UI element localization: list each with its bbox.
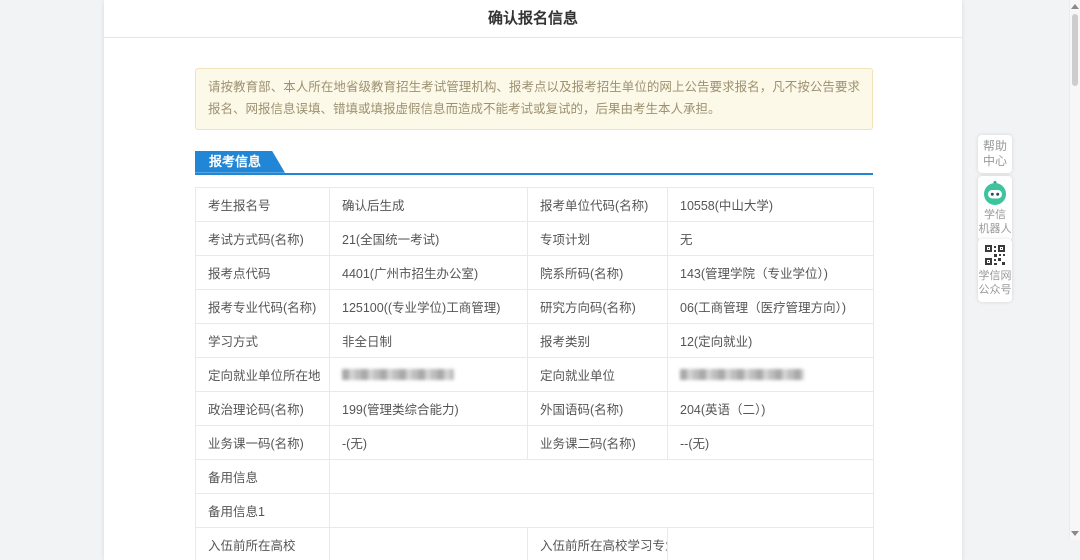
field-label: 专项计划 <box>528 221 668 255</box>
field-label: 学习方式 <box>196 323 330 357</box>
page-header: 确认报名信息 <box>104 0 962 38</box>
robot-icon <box>982 180 1008 206</box>
scroll-down-arrow[interactable] <box>1071 531 1079 536</box>
content-card: 确认报名信息 请按教育部、本人所在地省级教育招生考试管理机构、报考点以及报考招生… <box>104 0 962 560</box>
page-title: 确认报名信息 <box>104 0 962 37</box>
row-reg-number: 考生报名号 确认后生成 报考单位代码(名称) 10558(中山大学) <box>196 187 874 221</box>
help-center-label-line2: 中心 <box>978 154 1012 169</box>
field-value <box>330 527 528 560</box>
row-reserved-info-1: 备用信息1 <box>196 493 874 527</box>
field-value <box>668 527 874 560</box>
field-value: 确认后生成 <box>330 187 528 221</box>
field-label: 备用信息1 <box>196 493 330 527</box>
field-value: 199(管理类综合能力) <box>330 391 528 425</box>
field-label: 院系所码(名称) <box>528 255 668 289</box>
card-body: 请按教育部、本人所在地省级教育招生考试管理机构、报考点以及报考招生单位的网上公告… <box>104 68 962 560</box>
section-bar: 报考信息 <box>195 151 873 175</box>
field-label: 报考专业代码(名称) <box>196 289 330 323</box>
field-label: 入伍前所在高校学习专业 <box>528 527 668 560</box>
scrollbar-thumb[interactable] <box>1072 14 1078 86</box>
row-study-mode: 学习方式 非全日制 报考类别 12(定向就业) <box>196 323 874 357</box>
scroll-up-arrow[interactable] <box>1071 4 1079 9</box>
field-value: 无 <box>668 221 874 255</box>
redacted-value <box>342 369 454 380</box>
scrollbar[interactable] <box>1069 0 1080 540</box>
info-table: 考生报名号 确认后生成 报考单位代码(名称) 10558(中山大学) 考试方式码… <box>195 187 874 560</box>
field-label: 备用信息 <box>196 459 330 493</box>
row-exam-point: 报考点代码 4401(广州市招生办公室) 院系所码(名称) 143(管理学院（专… <box>196 255 874 289</box>
row-reserved-info: 备用信息 <box>196 459 874 493</box>
field-value <box>668 357 874 391</box>
field-label: 业务课一码(名称) <box>196 425 330 459</box>
field-value: 204(英语（二）) <box>668 391 874 425</box>
help-center-button[interactable]: 帮助 中心 <box>978 135 1012 173</box>
chsi-robot-label-line2: 机器人 <box>978 222 1012 236</box>
field-value <box>330 357 528 391</box>
field-label: 政治理论码(名称) <box>196 391 330 425</box>
field-label: 考试方式码(名称) <box>196 221 330 255</box>
field-label: 报考类别 <box>528 323 668 357</box>
field-label: 报考点代码 <box>196 255 330 289</box>
field-label: 研究方向码(名称) <box>528 289 668 323</box>
field-value: 125100((专业学位)工商管理) <box>330 289 528 323</box>
field-label: 报考单位代码(名称) <box>528 187 668 221</box>
notice-box: 请按教育部、本人所在地省级教育招生考试管理机构、报考点以及报考招生单位的网上公告… <box>195 68 873 130</box>
help-center-label-line1: 帮助 <box>978 139 1012 154</box>
field-label: 定向就业单位 <box>528 357 668 391</box>
chsi-qrcode-button[interactable]: 学信网 公众号 <box>978 239 1012 302</box>
row-pre-enlist-college: 入伍前所在高校 入伍前所在高校学习专业 <box>196 527 874 560</box>
row-business-courses: 业务课一码(名称) -(无) 业务课二码(名称) --(无) <box>196 425 874 459</box>
field-value <box>330 493 874 527</box>
chsi-qrcode-label-line1: 学信网 <box>978 269 1012 283</box>
field-value: 21(全国统一考试) <box>330 221 528 255</box>
row-major-code: 报考专业代码(名称) 125100((专业学位)工商管理) 研究方向码(名称) … <box>196 289 874 323</box>
row-directed-employment: 定向就业单位所在地 定向就业单位 <box>196 357 874 391</box>
field-value: 非全日制 <box>330 323 528 357</box>
field-value: 06(工商管理（医疗管理方向）) <box>668 289 874 323</box>
chsi-qrcode-label-line2: 公众号 <box>978 283 1012 297</box>
field-value: 12(定向就业) <box>668 323 874 357</box>
field-label: 考生报名号 <box>196 187 330 221</box>
field-value: 10558(中山大学) <box>668 187 874 221</box>
row-politics-foreign: 政治理论码(名称) 199(管理类综合能力) 外国语码(名称) 204(英语（二… <box>196 391 874 425</box>
qrcode-icon <box>984 244 1006 266</box>
row-exam-mode: 考试方式码(名称) 21(全国统一考试) 专项计划 无 <box>196 221 874 255</box>
field-value <box>330 459 874 493</box>
field-label: 外国语码(名称) <box>528 391 668 425</box>
field-value: --(无) <box>668 425 874 459</box>
chsi-robot-button[interactable]: 学信 机器人 <box>978 176 1012 241</box>
field-label: 业务课二码(名称) <box>528 425 668 459</box>
field-value: 4401(广州市招生办公室) <box>330 255 528 289</box>
field-value: 143(管理学院（专业学位）) <box>668 255 874 289</box>
redacted-value <box>680 369 804 380</box>
section-tab: 报考信息 <box>195 151 285 173</box>
field-label: 入伍前所在高校 <box>196 527 330 560</box>
field-label: 定向就业单位所在地 <box>196 357 330 391</box>
field-value: -(无) <box>330 425 528 459</box>
notice-text: 请按教育部、本人所在地省级教育招生考试管理机构、报考点以及报考招生单位的网上公告… <box>208 80 860 116</box>
chsi-robot-label-line1: 学信 <box>978 208 1012 222</box>
